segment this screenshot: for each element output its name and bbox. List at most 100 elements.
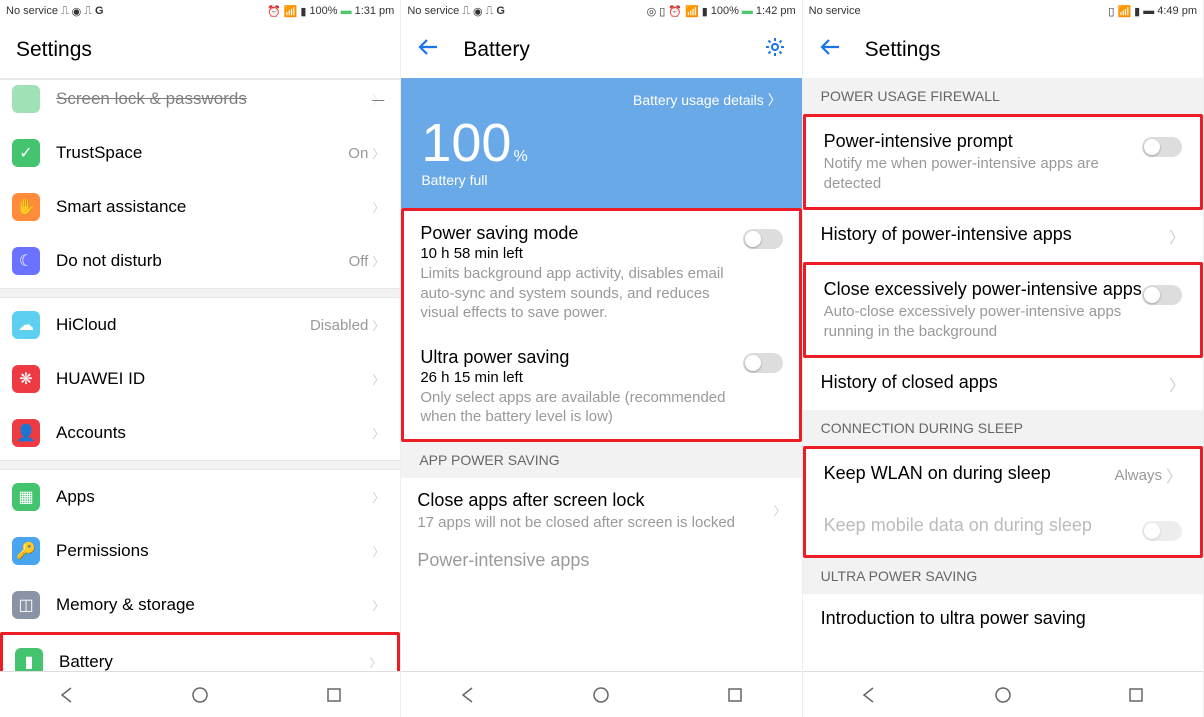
screen-battery-settings: No service ▯ 📶 ▮ ▬ 4:49 pm Settings POWE… (803, 0, 1204, 717)
nav-bar (803, 671, 1203, 717)
item-huawei-id[interactable]: ❋HUAWEI ID〉 (0, 352, 400, 406)
nav-bar (401, 671, 801, 717)
nav-home[interactable] (180, 675, 220, 715)
google-icon: G (95, 5, 104, 17)
highlight-box: Close excessively power-intensive appsAu… (803, 262, 1203, 358)
title-bar: Settings (0, 22, 400, 78)
item-battery[interactable]: ▮Battery〉 (3, 635, 397, 671)
pip-toggle[interactable] (1142, 137, 1182, 157)
highlight-box: ▮Battery〉 (0, 632, 400, 671)
mobile-data-toggle (1142, 521, 1182, 541)
settings-content[interactable]: POWER USAGE FIREWALL Power-intensive pro… (803, 78, 1203, 671)
highlight-box: Power saving mode 10 h 58 min left Limit… (401, 208, 801, 442)
chevron-right-icon: 〉 (372, 199, 384, 216)
sync-icon: ◉ (72, 5, 82, 18)
chevron-right-icon: 〉 (372, 317, 384, 334)
chevron-right-icon: 〉 (372, 91, 384, 108)
status-bar: No service ⎍ ◉ ⎍ G ⏰ 📶 ▮ 100% ▬ 1:31 pm (0, 0, 400, 22)
battery-icon: ▮ (15, 648, 43, 671)
nav-back[interactable] (448, 675, 488, 715)
settings-list[interactable]: Screen lock & passwords〉 ✓TrustSpaceOn〉 … (0, 78, 400, 671)
clock: 1:31 pm (355, 5, 395, 17)
grid-icon: ▦ (12, 483, 40, 511)
item-apps[interactable]: ▦Apps〉 (0, 470, 400, 524)
vibrate-icon: ▯ (1108, 5, 1114, 18)
item-trustspace[interactable]: ✓TrustSpaceOn〉 (0, 126, 400, 180)
chevron-right-icon: 〉 (372, 543, 384, 560)
close-excessive-toggle[interactable] (1142, 285, 1182, 305)
nav-back[interactable] (47, 675, 87, 715)
back-button[interactable] (819, 36, 841, 64)
chevron-right-icon: 〉 (1166, 463, 1182, 487)
item-do-not-disturb[interactable]: ☾Do not disturbOff〉 (0, 234, 400, 288)
user-icon: 👤 (12, 419, 40, 447)
item-smart-assistance[interactable]: ✋Smart assistance〉 (0, 180, 400, 234)
nav-recent[interactable] (1116, 675, 1156, 715)
title-bar: Settings (803, 22, 1203, 78)
usb-icon: ⎍ (462, 5, 470, 18)
history-closed-apps[interactable]: History of closed apps 〉 (803, 358, 1203, 410)
status-bar: No service ▯ 📶 ▮ ▬ 4:49 pm (803, 0, 1203, 22)
ultra-power-toggle[interactable] (743, 353, 783, 373)
nav-home[interactable] (581, 675, 621, 715)
nav-back[interactable] (849, 675, 889, 715)
huawei-icon: ❋ (12, 365, 40, 393)
network-status: No service (6, 5, 58, 17)
power-saving-toggle[interactable] (743, 229, 783, 249)
chevron-right-icon: 〉 (372, 489, 384, 506)
history-power-intensive[interactable]: History of power-intensive apps 〉 (803, 210, 1203, 262)
page-title: Battery (463, 38, 530, 62)
battery-icon: ▬ (742, 5, 753, 17)
nav-bar (0, 671, 400, 717)
item-accounts[interactable]: 👤Accounts〉 (0, 406, 400, 460)
page-title: Settings (16, 38, 92, 62)
keep-wlan-sleep[interactable]: Keep WLAN on during sleep Always 〉 (806, 449, 1200, 501)
location-icon: ◎ (647, 5, 657, 18)
vibrate-icon: ▯ (659, 5, 665, 18)
battery-percent-large: 100 (421, 113, 511, 173)
wifi-icon: 📶 (284, 5, 298, 18)
signal-icon: ▮ (300, 5, 306, 18)
chevron-right-icon: 〉 (774, 502, 786, 519)
ultra-power-saving[interactable]: Ultra power saving 26 h 15 min left Only… (404, 335, 798, 439)
moon-icon: ☾ (12, 247, 40, 275)
power-intensive-prompt[interactable]: Power-intensive promptNotify me when pow… (806, 117, 1200, 207)
alarm-icon: ⏰ (668, 5, 682, 18)
battery-icon: ▬ (1143, 5, 1154, 17)
item-permissions[interactable]: 🔑Permissions〉 (0, 524, 400, 578)
gear-icon[interactable] (764, 36, 786, 64)
title-bar: Battery (401, 22, 801, 78)
back-button[interactable] (417, 36, 439, 64)
lock-icon (12, 85, 40, 113)
highlight-box: Power-intensive promptNotify me when pow… (803, 114, 1203, 210)
battery-icon: ▬ (341, 5, 352, 17)
close-excessive-apps[interactable]: Close excessively power-intensive appsAu… (806, 265, 1200, 355)
nav-recent[interactable] (314, 675, 354, 715)
battery-content[interactable]: Battery usage details 〉 100% Battery ful… (401, 78, 801, 671)
signal-icon: ▮ (1134, 5, 1140, 18)
item-hicloud[interactable]: ☁HiCloudDisabled〉 (0, 298, 400, 352)
intro-ultra-power[interactable]: Introduction to ultra power saving (803, 594, 1203, 633)
clock: 1:42 pm (756, 5, 796, 17)
close-apps-after-lock[interactable]: Close apps after screen lock 17 apps wil… (401, 478, 801, 545)
google-icon: G (496, 5, 505, 17)
network-status: No service (809, 5, 861, 17)
nav-home[interactable] (983, 675, 1023, 715)
status-bar: No service ⎍ ◉ ⎍ G ◎ ▯ ⏰ 📶 ▮ 100% ▬ 1:42… (401, 0, 801, 22)
power-saving-mode[interactable]: Power saving mode 10 h 58 min left Limit… (404, 211, 798, 335)
battery-usage-details-link[interactable]: Battery usage details 〉 (421, 90, 781, 110)
chevron-right-icon: 〉 (1169, 372, 1185, 396)
wifi-icon: 📶 (1117, 5, 1131, 18)
item-screen-lock[interactable]: Screen lock & passwords〉 (0, 78, 400, 126)
wifi-icon: 📶 (685, 5, 699, 18)
chevron-right-icon: 〉 (372, 253, 384, 270)
network-status: No service (407, 5, 459, 17)
page-title: Settings (865, 38, 941, 62)
key-icon: 🔑 (12, 537, 40, 565)
nav-recent[interactable] (715, 675, 755, 715)
screen-battery: No service ⎍ ◉ ⎍ G ◎ ▯ ⏰ 📶 ▮ 100% ▬ 1:42… (401, 0, 802, 717)
item-memory-storage[interactable]: ◫Memory & storage〉 (0, 578, 400, 632)
power-intensive-apps-partial[interactable]: Power-intensive apps (401, 544, 801, 571)
battery-percent: 100% (711, 5, 739, 17)
battery-hero[interactable]: Battery usage details 〉 100% Battery ful… (401, 78, 801, 208)
